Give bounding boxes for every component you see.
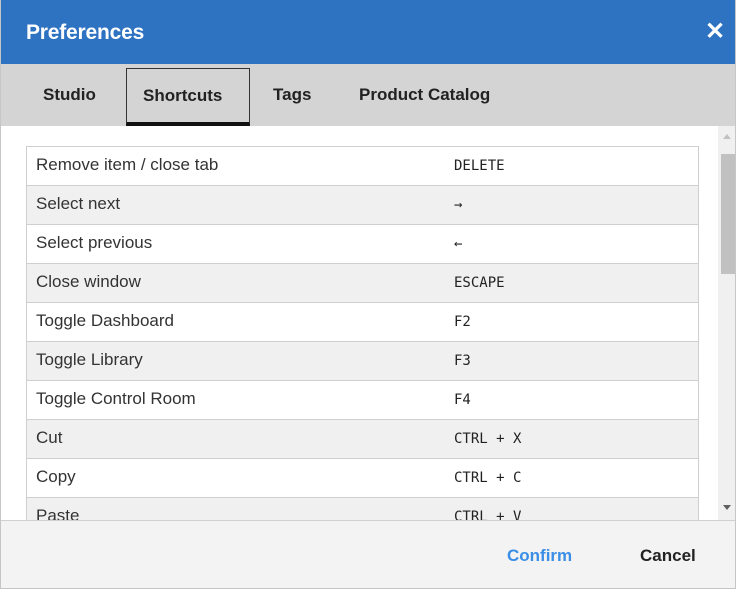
tab-product-catalog[interactable]: Product Catalog [347,64,527,126]
shortcut-key: F2 [454,314,471,330]
dialog-title: Preferences [26,21,145,44]
shortcut-action: Close window [36,272,141,291]
confirm-button[interactable]: Confirm [507,546,572,566]
shortcut-key: → [454,197,463,213]
table-row: Paste CTRL + V [27,498,698,520]
shortcut-action: Select next [36,194,121,213]
arrow-up-icon[interactable] [723,134,731,139]
table-row: Remove item / close tab DELETE [27,147,698,186]
shortcut-action: Toggle Control Room [36,389,196,408]
shortcut-action: Remove item / close tab [36,155,219,174]
table-row: Select previous ← [27,225,698,264]
dialog-footer: Confirm Cancel [1,520,735,588]
close-icon[interactable]: ✕ [701,18,729,46]
tab-bar: Studio Shortcuts Tags Product Catalog [1,64,735,126]
shortcut-key: F4 [454,392,471,408]
shortcut-key: F3 [454,353,471,369]
shortcut-key: ESCAPE [454,275,505,291]
shortcut-key: CTRL + X [454,431,522,447]
shortcut-action: Select previous [36,233,153,252]
shortcuts-table: Remove item / close tab DELETE Select ne… [26,146,699,520]
shortcut-action: Toggle Dashboard [36,311,174,330]
tab-shortcuts[interactable]: Shortcuts [126,68,250,126]
table-row: Toggle Dashboard F2 [27,303,698,342]
shortcut-action: Paste [36,506,80,520]
table-row: Close window ESCAPE [27,264,698,303]
scrollbar-thumb[interactable] [721,154,735,274]
shortcut-key: CTRL + V [454,509,522,520]
tab-label: Studio [43,85,96,104]
shortcut-action: Toggle Library [36,350,143,369]
table-row: Toggle Library F3 [27,342,698,381]
vertical-scrollbar[interactable] [718,126,735,520]
table-row: Toggle Control Room F4 [27,381,698,420]
cancel-button[interactable]: Cancel [640,546,696,566]
arrow-down-icon[interactable] [723,505,731,510]
tab-label: Shortcuts [143,86,223,105]
table-row: Select next → [27,186,698,225]
tab-label: Product Catalog [359,85,491,104]
tab-label: Tags [273,85,312,104]
shortcut-action: Copy [36,467,76,486]
tab-tags[interactable]: Tags [261,64,331,126]
shortcut-action: Cut [36,428,63,447]
table-row: Cut CTRL + X [27,420,698,459]
shortcut-key: ← [454,236,463,252]
tab-studio[interactable]: Studio [31,64,131,126]
dialog-titlebar: Preferences ✕ [1,0,735,64]
preferences-dialog: Preferences ✕ Studio Shortcuts Tags Prod… [0,0,736,589]
table-row: Copy CTRL + C [27,459,698,498]
shortcut-key: CTRL + C [454,470,522,486]
shortcuts-panel: Remove item / close tab DELETE Select ne… [1,126,735,520]
shortcut-key: DELETE [454,158,505,174]
